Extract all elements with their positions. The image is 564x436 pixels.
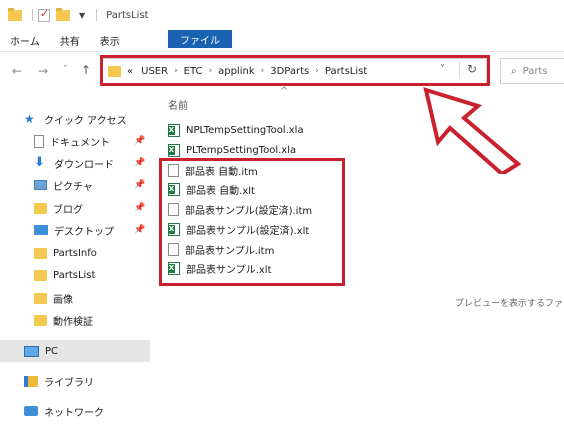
pin-icon[interactable]: 📌 — [134, 136, 145, 146]
search-field[interactable]: ⌕ Parts — [500, 58, 564, 84]
nav-item-blog[interactable]: ブログ 📌 — [0, 197, 150, 219]
folder-icon — [34, 292, 47, 304]
tab-home[interactable]: ホーム — [0, 30, 50, 51]
file-name: NPLTempSettingTool.xla — [186, 124, 304, 136]
window-title: PartsList — [106, 9, 149, 21]
document-icon — [34, 134, 44, 148]
nav-item-quick-access[interactable]: ★ クイック アクセス — [0, 108, 150, 130]
quick-access-toolbar-dropdown-icon[interactable]: ▼ — [79, 11, 85, 20]
nav-item-label: デスクトップ — [54, 226, 114, 238]
pin-icon[interactable]: 📌 — [134, 203, 145, 213]
nav-item-documents[interactable]: ドキュメント 📌 — [0, 130, 150, 152]
up-arrow-icon[interactable]: ↑ — [81, 63, 91, 77]
nav-item-label: ブログ — [53, 204, 83, 216]
ribbon-tabs: ファイル ホーム 共有 表示 — [0, 30, 564, 52]
tab-view[interactable]: 表示 — [90, 30, 130, 51]
nav-item-pictures[interactable]: ピクチャ 📌 — [0, 174, 150, 196]
pin-icon[interactable]: 📌 — [134, 225, 145, 235]
divider — [96, 9, 98, 21]
folder-icon — [34, 314, 47, 326]
folder-icon — [34, 247, 47, 259]
tab-share[interactable]: 共有 — [50, 30, 90, 51]
title-bar: ▼ PartsList — [0, 0, 564, 30]
pin-icon[interactable]: 📌 — [134, 180, 145, 190]
pin-icon[interactable]: 📌 — [134, 158, 145, 168]
nav-item-label: PartsList — [53, 269, 96, 281]
nav-item-desktop[interactable]: デスクトップ 📌 — [0, 219, 150, 241]
nav-item-label: PartsInfo — [53, 247, 97, 259]
preview-pane-message: プレビューを表示するファイ — [455, 299, 564, 309]
star-icon: ★ — [24, 112, 35, 126]
folder-icon — [8, 7, 22, 21]
search-placeholder: Parts — [522, 65, 548, 77]
nav-item-label: クイック アクセス — [44, 115, 127, 127]
desktop-icon — [34, 225, 48, 235]
pc-icon — [24, 345, 39, 357]
nav-item-label: ライブラリ — [44, 377, 94, 389]
download-icon: ⬇ — [34, 155, 45, 170]
search-icon: ⌕ — [511, 65, 517, 77]
file-item[interactable]: NPLTempSettingTool.xla — [168, 121, 304, 139]
nav-item-pc[interactable]: PC — [0, 340, 150, 362]
sort-ascending-icon: ^ — [280, 86, 289, 97]
nav-item-partslist[interactable]: PartsList — [0, 264, 150, 286]
column-header-name[interactable]: 名前 — [168, 97, 188, 112]
library-icon — [24, 375, 38, 387]
nav-item-label: 画像 — [53, 294, 73, 306]
nav-item-downloads[interactable]: ⬇ ダウンロード 📌 — [0, 152, 150, 174]
nav-item-label: ネットワーク — [44, 407, 104, 419]
nav-item-label: ドキュメント — [50, 137, 110, 149]
back-arrow-icon[interactable]: ← — [12, 64, 22, 78]
excel-file-icon — [168, 143, 180, 157]
tab-file[interactable]: ファイル — [168, 30, 232, 48]
pictures-icon — [34, 180, 47, 190]
nav-item-partsinfo[interactable]: PartsInfo — [0, 242, 150, 264]
file-item[interactable]: PLTempSettingTool.xla — [168, 141, 296, 159]
new-folder-icon[interactable] — [56, 7, 70, 21]
folder-icon — [34, 269, 47, 281]
nav-item-label: ピクチャ — [53, 181, 93, 193]
annotation-arrow-icon — [423, 87, 522, 174]
divider — [32, 9, 33, 21]
recent-locations-chevron-icon[interactable]: ˅ — [63, 65, 68, 75]
nav-item-label: 動作検証 — [53, 316, 93, 328]
nav-item-label: PC — [45, 345, 59, 357]
nav-item-verification[interactable]: 動作検証 — [0, 309, 150, 331]
forward-arrow-icon[interactable]: → — [38, 64, 48, 78]
properties-icon[interactable] — [38, 7, 50, 22]
nav-item-label: ダウンロード — [54, 159, 114, 171]
files-highlight-box — [159, 158, 345, 286]
folder-icon — [34, 202, 47, 214]
nav-item-libraries[interactable]: ライブラリ — [0, 370, 150, 392]
excel-file-icon — [168, 123, 180, 137]
network-icon — [24, 406, 38, 416]
nav-item-images[interactable]: 画像 — [0, 287, 150, 309]
nav-item-network[interactable]: ネットワーク — [0, 400, 150, 422]
file-name: PLTempSettingTool.xla — [186, 144, 297, 156]
address-highlight-box — [100, 55, 490, 86]
